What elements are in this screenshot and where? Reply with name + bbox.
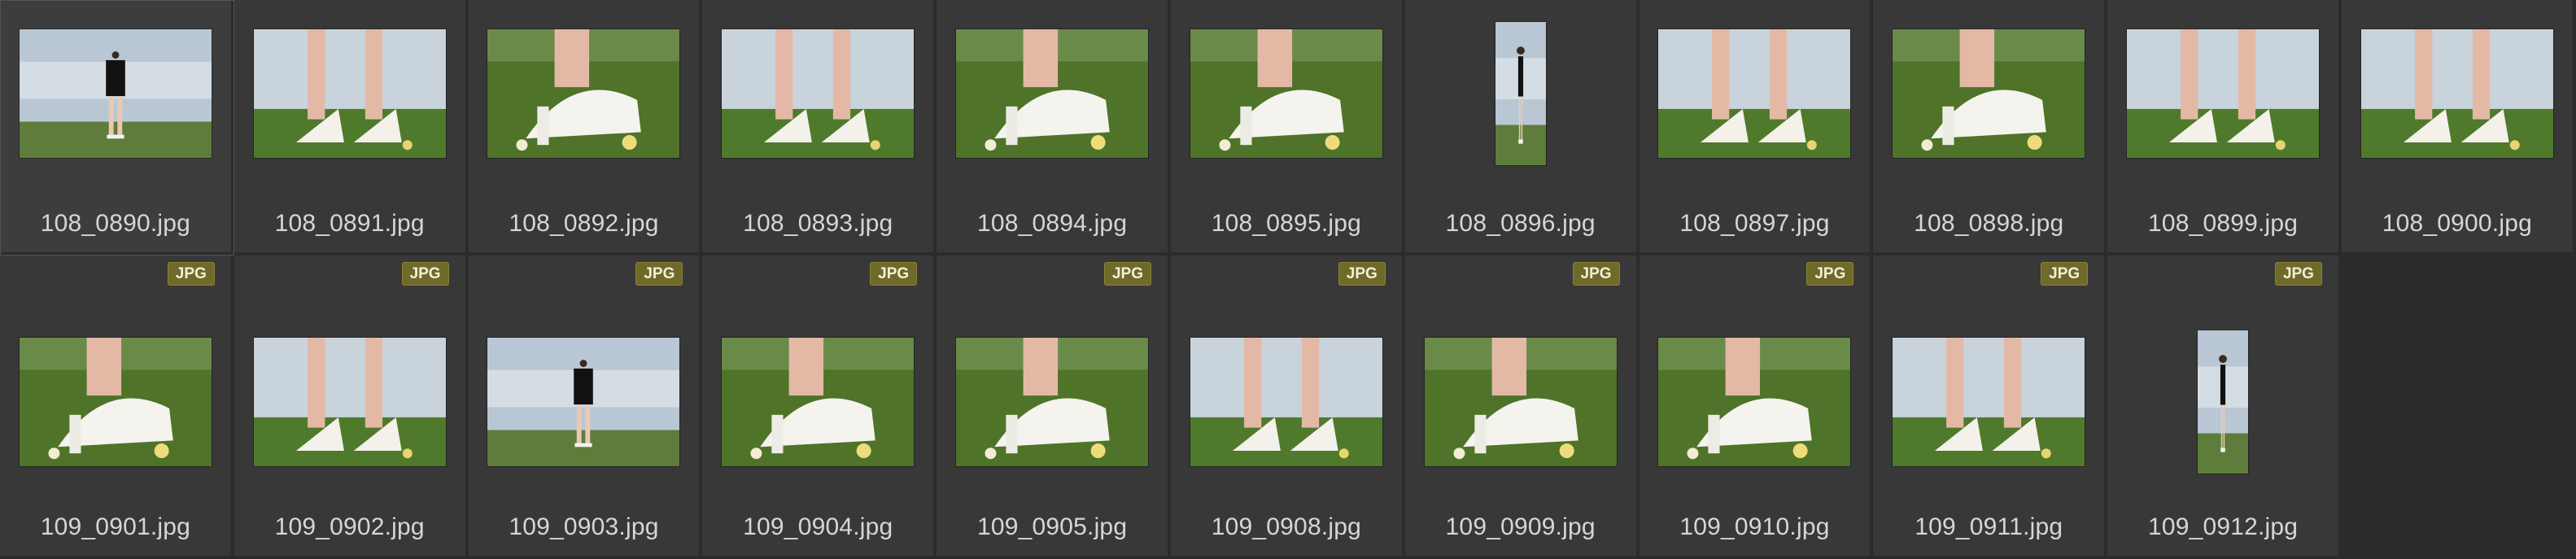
thumbnail-frame <box>1639 0 1871 187</box>
thumbnail-image[interactable] <box>19 29 212 158</box>
file-name-label: 109_0911.jpg <box>1915 513 2063 540</box>
thumbnail-image[interactable] <box>722 338 915 466</box>
thumbnail-frame <box>0 0 231 187</box>
file-type-badge: JPG <box>401 262 449 286</box>
thumbnail-image[interactable] <box>1893 29 2085 158</box>
thumbnail-image[interactable] <box>1424 338 1617 466</box>
thumbnail-cell[interactable]: JPG 109_0905.jpg <box>937 255 1171 559</box>
file-name-label: 109_0912.jpg <box>2147 513 2299 540</box>
thumbnail-frame <box>2107 0 2338 187</box>
thumbnail-cell[interactable]: JPG 109_0903.jpg <box>468 255 703 559</box>
thumbnail-frame <box>469 288 700 516</box>
thumbnail-image[interactable] <box>1658 29 1851 158</box>
thumbnail-frame <box>2342 0 2573 187</box>
empty-grid-slot <box>2341 255 2576 559</box>
file-name-label: 108_0899.jpg <box>2147 210 2299 237</box>
file-name-label: 109_0901.jpg <box>40 513 191 540</box>
file-name-label: 108_0893.jpg <box>743 210 893 237</box>
file-type-badge: JPG <box>1572 262 1620 286</box>
file-name-label: 108_0891.jpg <box>274 210 425 237</box>
thumbnail-cell[interactable]: JPG 109_0902.jpg <box>234 255 469 559</box>
thumbnail-cell[interactable]: 108_0898.jpg <box>1873 0 2108 255</box>
file-name-label: 108_0897.jpg <box>1679 210 1830 237</box>
thumbnail-image[interactable] <box>1658 338 1851 466</box>
thumbnail-frame <box>0 288 231 516</box>
thumbnail-image[interactable] <box>956 338 1149 466</box>
thumbnail-cell[interactable]: 108_0890.jpg <box>0 0 234 255</box>
thumbnail-frame <box>1171 0 1402 187</box>
file-name-label: 108_0900.jpg <box>2382 210 2532 237</box>
thumbnail-frame <box>234 288 465 516</box>
file-name-label: 108_0898.jpg <box>1914 210 2064 237</box>
file-name-label: 109_0902.jpg <box>274 513 425 540</box>
file-type-badge: JPG <box>1806 262 1854 286</box>
thumbnail-frame <box>937 288 1168 516</box>
thumbnail-cell[interactable]: 108_0896.jpg <box>1404 0 1639 255</box>
thumbnail-frame <box>1171 288 1402 516</box>
file-type-badge: JPG <box>167 262 215 286</box>
thumbnail-frame <box>1873 288 2104 516</box>
thumbnail-cell[interactable]: JPG 109_0909.jpg <box>1404 255 1639 559</box>
thumbnail-image[interactable] <box>487 338 680 466</box>
file-name-label: 108_0890.jpg <box>40 210 191 237</box>
thumbnail-image[interactable] <box>487 29 680 158</box>
thumbnail-cell[interactable]: JPG 109_0908.jpg <box>1170 255 1405 559</box>
thumbnail-cell[interactable]: 108_0893.jpg <box>702 0 937 255</box>
thumbnail-cell[interactable]: JPG 109_0910.jpg <box>1639 255 1874 559</box>
thumbnail-cell[interactable]: 108_0895.jpg <box>1170 0 1405 255</box>
file-name-label: 109_0910.jpg <box>1679 513 1830 540</box>
thumbnail-image[interactable] <box>1190 338 1382 466</box>
thumbnail-cell[interactable]: JPG 109_0904.jpg <box>702 255 937 559</box>
thumbnail-image[interactable] <box>253 29 446 158</box>
thumbnail-image[interactable] <box>1495 22 1546 165</box>
thumbnail-frame <box>937 0 1168 187</box>
thumbnail-cell[interactable]: JPG 109_0901.jpg <box>0 255 234 559</box>
thumbnail-frame <box>1405 288 1636 516</box>
file-type-badge: JPG <box>1103 262 1151 286</box>
thumbnail-image[interactable] <box>2360 29 2553 158</box>
thumbnail-cell[interactable]: 108_0897.jpg <box>1639 0 1874 255</box>
file-type-badge: JPG <box>2274 262 2322 286</box>
thumbnail-image[interactable] <box>722 29 915 158</box>
file-type-badge: JPG <box>1338 262 1386 286</box>
thumbnail-cell[interactable]: 108_0894.jpg <box>937 0 1171 255</box>
thumbnail-frame <box>1639 288 1871 516</box>
thumbnail-cell[interactable]: 108_0899.jpg <box>2107 0 2342 255</box>
file-name-label: 109_0908.jpg <box>1211 513 1361 540</box>
thumbnail-image[interactable] <box>956 29 1149 158</box>
file-name-label: 109_0905.jpg <box>976 513 1128 540</box>
thumbnail-frame <box>1405 0 1636 187</box>
thumbnail-cell[interactable]: JPG 109_0911.jpg <box>1873 255 2108 559</box>
thumbnail-cell[interactable]: JPG 109_0912.jpg <box>2107 255 2342 559</box>
file-name-label: 108_0894.jpg <box>976 210 1128 237</box>
file-name-label: 109_0904.jpg <box>743 513 893 540</box>
file-type-badge: JPG <box>2041 262 2089 286</box>
thumbnail-grid: 108_0890.jpg 108_0891.jpg 108_0892.jpg 108_… <box>0 0 2576 559</box>
thumbnail-image[interactable] <box>1190 29 1382 158</box>
thumbnail-image[interactable] <box>253 338 446 466</box>
thumbnail-image[interactable] <box>2198 330 2249 474</box>
file-name-label: 108_0892.jpg <box>509 210 659 237</box>
thumbnail-frame <box>1873 0 2104 187</box>
thumbnail-frame <box>2107 288 2338 516</box>
file-type-badge: JPG <box>635 262 683 286</box>
file-name-label: 109_0909.jpg <box>1445 513 1596 540</box>
file-name-label: 108_0896.jpg <box>1445 210 1596 237</box>
thumbnail-frame <box>469 0 700 187</box>
thumbnail-image[interactable] <box>1893 338 2085 466</box>
thumbnail-frame <box>702 288 933 516</box>
thumbnail-cell[interactable]: 108_0900.jpg <box>2341 0 2576 255</box>
thumbnail-frame <box>234 0 465 187</box>
file-name-label: 109_0903.jpg <box>509 513 659 540</box>
file-name-label: 108_0895.jpg <box>1211 210 1361 237</box>
thumbnail-cell[interactable]: 108_0891.jpg <box>234 0 469 255</box>
file-type-badge: JPG <box>870 262 918 286</box>
thumbnail-cell[interactable]: 108_0892.jpg <box>468 0 703 255</box>
thumbnail-frame <box>702 0 933 187</box>
thumbnail-image[interactable] <box>2127 29 2320 158</box>
thumbnail-image[interactable] <box>19 338 212 466</box>
